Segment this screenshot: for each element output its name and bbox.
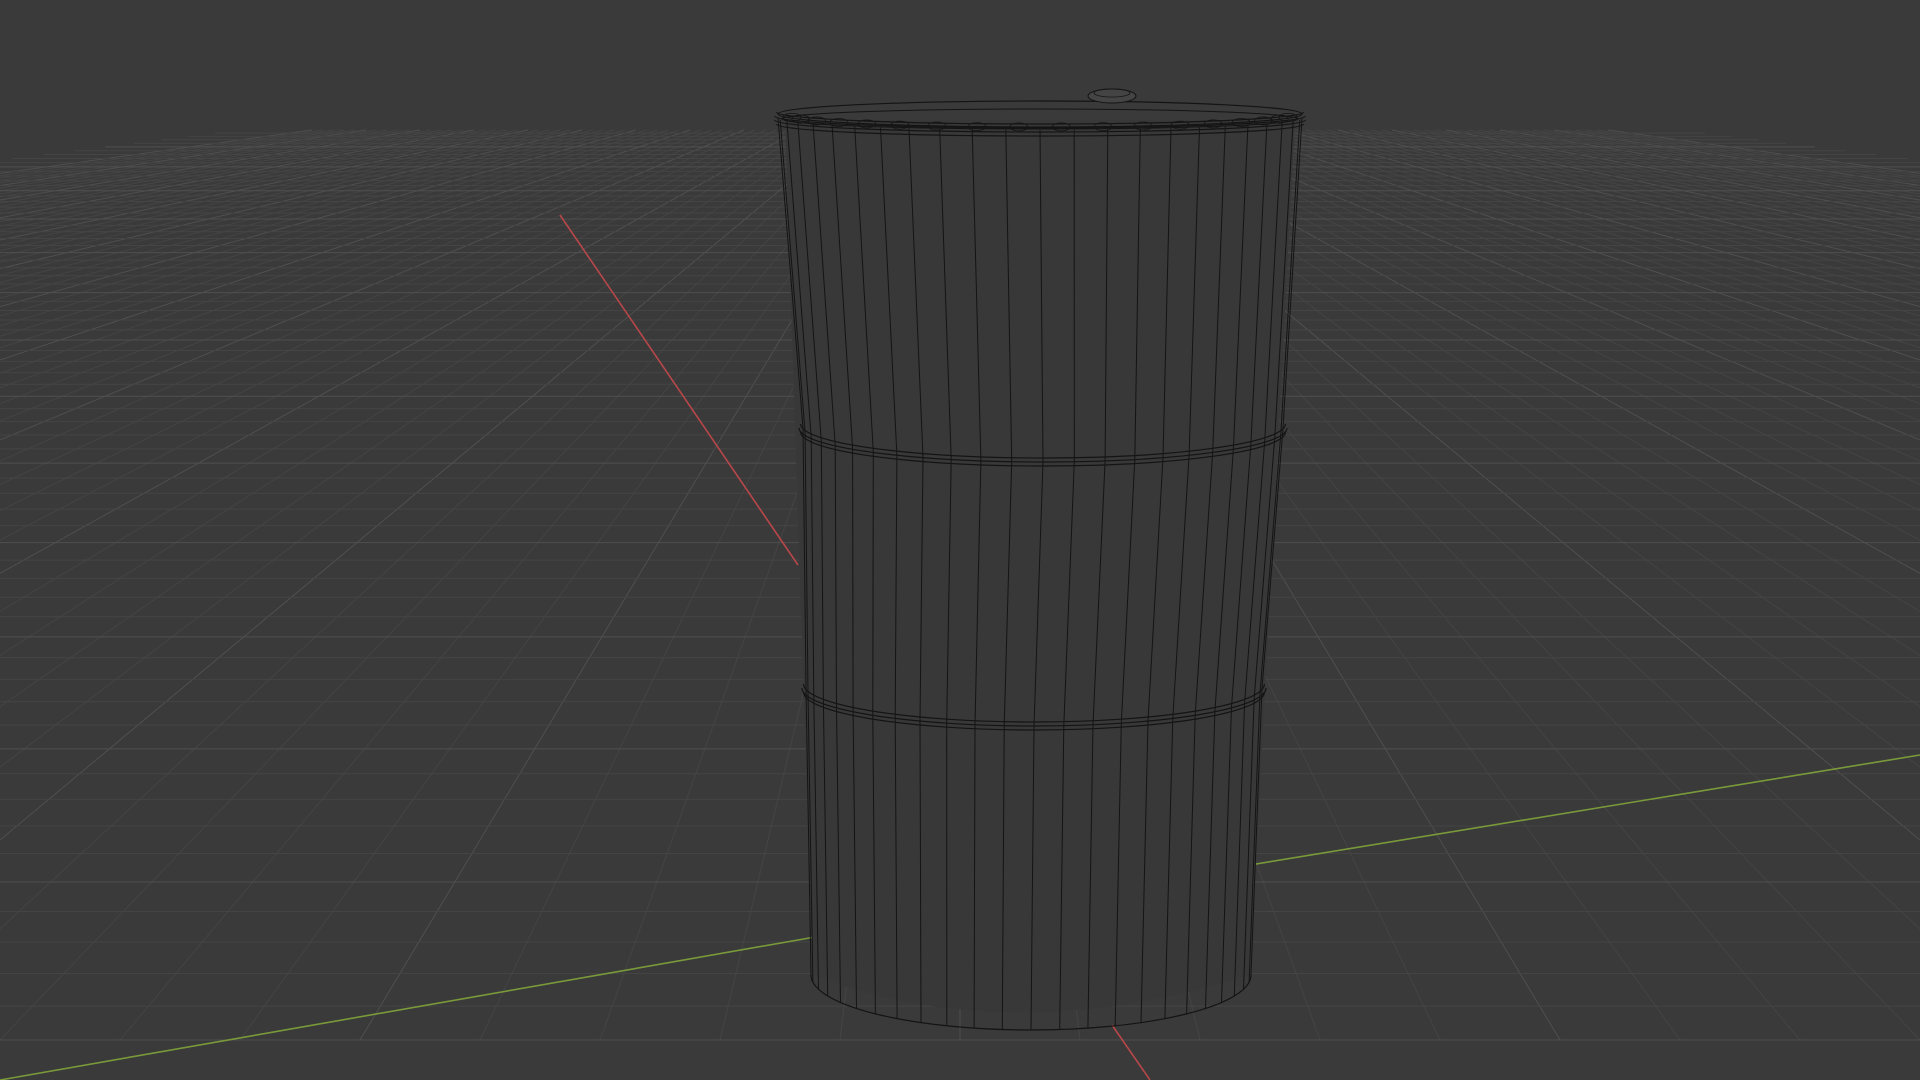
viewport-canvas[interactable] [0,0,1920,1080]
3d-viewport[interactable] [0,0,1920,1080]
barrel-wireframe[interactable] [774,88,1306,1031]
